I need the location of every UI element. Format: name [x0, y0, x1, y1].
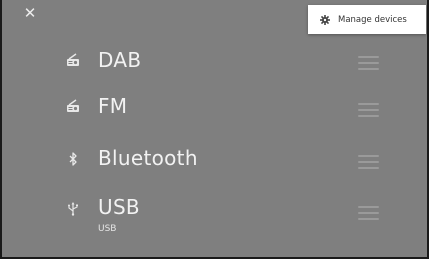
usb-icon: [66, 202, 80, 216]
source-label: USB: [98, 195, 140, 219]
source-item-bluetooth[interactable]: Bluetooth: [2, 135, 429, 181]
source-item-usb[interactable]: USB USB: [2, 186, 429, 242]
drag-handle[interactable]: [358, 155, 379, 169]
radio-icon: [66, 53, 80, 67]
close-button[interactable]: ✕: [21, 4, 39, 22]
overflow-menu: Manage devices: [308, 5, 426, 34]
source-label: Bluetooth: [98, 146, 198, 170]
drag-handle[interactable]: [358, 206, 379, 220]
source-label: FM: [98, 94, 128, 118]
close-icon: ✕: [23, 4, 37, 22]
source-item-dab[interactable]: DAB: [2, 38, 429, 84]
source-label: DAB: [98, 48, 142, 72]
drag-handle[interactable]: [358, 56, 379, 70]
source-sublabel: USB: [98, 224, 117, 234]
source-item-fm[interactable]: FM: [2, 84, 429, 130]
gear-icon: [320, 14, 330, 25]
radio-icon: [66, 99, 80, 113]
manage-devices-label: Manage devices: [338, 14, 407, 25]
manage-devices-menu-item[interactable]: Manage devices: [308, 5, 426, 34]
bluetooth-icon: [66, 152, 80, 166]
drag-handle[interactable]: [358, 103, 379, 117]
media-source-screen: ✕ Manage devices DAB FM Bluetooth USB US…: [0, 0, 429, 259]
